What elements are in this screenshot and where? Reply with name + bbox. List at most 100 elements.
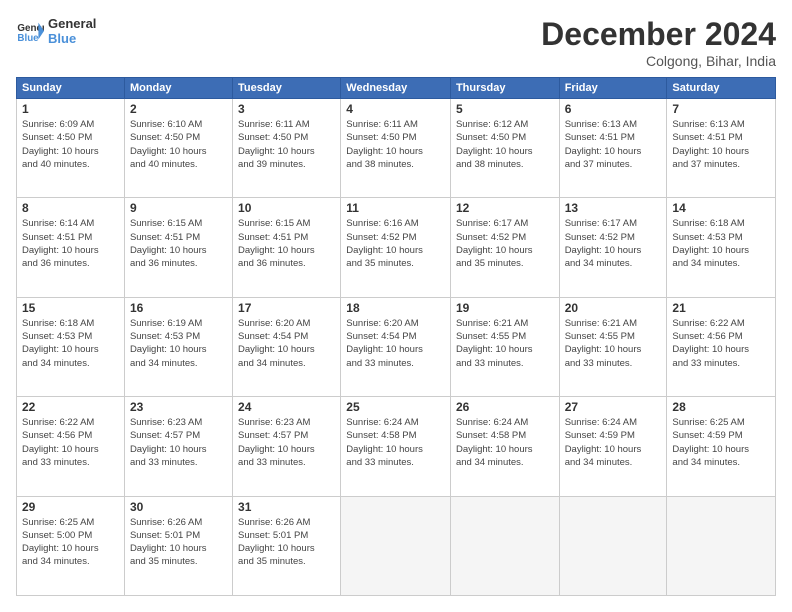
day-info: Sunrise: 6:12 AM Sunset: 4:50 PM Dayligh… — [456, 118, 554, 171]
day-number: 7 — [672, 102, 770, 116]
day-info: Sunrise: 6:13 AM Sunset: 4:51 PM Dayligh… — [565, 118, 662, 171]
header: General Blue General Blue December 2024 … — [16, 16, 776, 69]
day-number: 6 — [565, 102, 662, 116]
day-info: Sunrise: 6:13 AM Sunset: 4:51 PM Dayligh… — [672, 118, 770, 171]
day-number: 21 — [672, 301, 770, 315]
calendar-cell: 30 Sunrise: 6:26 AM Sunset: 5:01 PM Dayli… — [124, 496, 232, 595]
calendar-cell — [341, 496, 451, 595]
calendar-cell: 7 Sunrise: 6:13 AM Sunset: 4:51 PM Daylig… — [667, 99, 776, 198]
day-number: 19 — [456, 301, 554, 315]
day-number: 3 — [238, 102, 335, 116]
calendar-cell: 1 Sunrise: 6:09 AM Sunset: 4:50 PM Daylig… — [17, 99, 125, 198]
day-header-saturday: Saturday — [667, 78, 776, 99]
calendar-cell: 20 Sunrise: 6:21 AM Sunset: 4:55 PM Dayli… — [559, 297, 667, 396]
calendar-cell: 31 Sunrise: 6:26 AM Sunset: 5:01 PM Dayli… — [233, 496, 341, 595]
day-number: 16 — [130, 301, 227, 315]
title-block: December 2024 Colgong, Bihar, India — [541, 16, 776, 69]
day-number: 28 — [672, 400, 770, 414]
week-row-1: 1 Sunrise: 6:09 AM Sunset: 4:50 PM Daylig… — [17, 99, 776, 198]
logo-blue: Blue — [48, 31, 96, 46]
day-number: 2 — [130, 102, 227, 116]
location: Colgong, Bihar, India — [541, 53, 776, 69]
calendar-cell: 8 Sunrise: 6:14 AM Sunset: 4:51 PM Daylig… — [17, 198, 125, 297]
day-info: Sunrise: 6:21 AM Sunset: 4:55 PM Dayligh… — [456, 317, 554, 370]
day-number: 1 — [22, 102, 119, 116]
calendar-cell: 5 Sunrise: 6:12 AM Sunset: 4:50 PM Daylig… — [450, 99, 559, 198]
calendar-cell: 10 Sunrise: 6:15 AM Sunset: 4:51 PM Dayli… — [233, 198, 341, 297]
calendar-cell: 25 Sunrise: 6:24 AM Sunset: 4:58 PM Dayli… — [341, 397, 451, 496]
day-number: 13 — [565, 201, 662, 215]
calendar-cell: 6 Sunrise: 6:13 AM Sunset: 4:51 PM Daylig… — [559, 99, 667, 198]
day-number: 10 — [238, 201, 335, 215]
day-info: Sunrise: 6:24 AM Sunset: 4:58 PM Dayligh… — [346, 416, 445, 469]
day-number: 11 — [346, 201, 445, 215]
day-info: Sunrise: 6:25 AM Sunset: 5:00 PM Dayligh… — [22, 516, 119, 569]
day-info: Sunrise: 6:10 AM Sunset: 4:50 PM Dayligh… — [130, 118, 227, 171]
day-info: Sunrise: 6:09 AM Sunset: 4:50 PM Dayligh… — [22, 118, 119, 171]
week-row-5: 29Sunrise: 6:25 AM Sunset: 5:00 PM Dayli… — [17, 496, 776, 595]
day-info: Sunrise: 6:16 AM Sunset: 4:52 PM Dayligh… — [346, 217, 445, 270]
day-header-tuesday: Tuesday — [233, 78, 341, 99]
calendar-cell: 14 Sunrise: 6:18 AM Sunset: 4:53 PM Dayli… — [667, 198, 776, 297]
calendar-cell: 13 Sunrise: 6:17 AM Sunset: 4:52 PM Dayli… — [559, 198, 667, 297]
calendar-cell: 29Sunrise: 6:25 AM Sunset: 5:00 PM Dayli… — [17, 496, 125, 595]
day-info: Sunrise: 6:26 AM Sunset: 5:01 PM Dayligh… — [238, 516, 335, 569]
day-info: Sunrise: 6:22 AM Sunset: 4:56 PM Dayligh… — [672, 317, 770, 370]
day-number: 31 — [238, 500, 335, 514]
day-header-friday: Friday — [559, 78, 667, 99]
logo: General Blue General Blue — [16, 16, 96, 46]
day-number: 24 — [238, 400, 335, 414]
day-number: 8 — [22, 201, 119, 215]
day-header-sunday: Sunday — [17, 78, 125, 99]
calendar-cell: 21 Sunrise: 6:22 AM Sunset: 4:56 PM Dayli… — [667, 297, 776, 396]
day-info: Sunrise: 6:14 AM Sunset: 4:51 PM Dayligh… — [22, 217, 119, 270]
day-number: 22 — [22, 400, 119, 414]
day-info: Sunrise: 6:24 AM Sunset: 4:58 PM Dayligh… — [456, 416, 554, 469]
day-info: Sunrise: 6:23 AM Sunset: 4:57 PM Dayligh… — [238, 416, 335, 469]
day-header-monday: Monday — [124, 78, 232, 99]
day-info: Sunrise: 6:23 AM Sunset: 4:57 PM Dayligh… — [130, 416, 227, 469]
calendar-cell: 2 Sunrise: 6:10 AM Sunset: 4:50 PM Daylig… — [124, 99, 232, 198]
day-info: Sunrise: 6:18 AM Sunset: 4:53 PM Dayligh… — [672, 217, 770, 270]
day-info: Sunrise: 6:21 AM Sunset: 4:55 PM Dayligh… — [565, 317, 662, 370]
day-number: 20 — [565, 301, 662, 315]
day-info: Sunrise: 6:17 AM Sunset: 4:52 PM Dayligh… — [565, 217, 662, 270]
day-info: Sunrise: 6:15 AM Sunset: 4:51 PM Dayligh… — [238, 217, 335, 270]
day-info: Sunrise: 6:24 AM Sunset: 4:59 PM Dayligh… — [565, 416, 662, 469]
day-header-wednesday: Wednesday — [341, 78, 451, 99]
month-title: December 2024 — [541, 16, 776, 53]
day-number: 4 — [346, 102, 445, 116]
day-info: Sunrise: 6:20 AM Sunset: 4:54 PM Dayligh… — [346, 317, 445, 370]
day-number: 25 — [346, 400, 445, 414]
calendar-cell — [559, 496, 667, 595]
day-number: 23 — [130, 400, 227, 414]
calendar-cell: 12Sunrise: 6:17 AM Sunset: 4:52 PM Dayli… — [450, 198, 559, 297]
calendar-cell: 26Sunrise: 6:24 AM Sunset: 4:58 PM Dayli… — [450, 397, 559, 496]
week-row-4: 22Sunrise: 6:22 AM Sunset: 4:56 PM Dayli… — [17, 397, 776, 496]
calendar-cell: 19 Sunrise: 6:21 AM Sunset: 4:55 PM Dayli… — [450, 297, 559, 396]
svg-text:Blue: Blue — [17, 33, 39, 44]
day-info: Sunrise: 6:20 AM Sunset: 4:54 PM Dayligh… — [238, 317, 335, 370]
day-number: 5 — [456, 102, 554, 116]
logo-icon: General Blue — [16, 17, 44, 45]
day-info: Sunrise: 6:26 AM Sunset: 5:01 PM Dayligh… — [130, 516, 227, 569]
day-number: 15 — [22, 301, 119, 315]
day-number: 18 — [346, 301, 445, 315]
day-number: 27 — [565, 400, 662, 414]
calendar-cell: 3Sunrise: 6:11 AM Sunset: 4:50 PM Daylig… — [233, 99, 341, 198]
day-info: Sunrise: 6:25 AM Sunset: 4:59 PM Dayligh… — [672, 416, 770, 469]
day-number: 17 — [238, 301, 335, 315]
day-number: 14 — [672, 201, 770, 215]
calendar-cell — [667, 496, 776, 595]
calendar-cell: 22Sunrise: 6:22 AM Sunset: 4:56 PM Dayli… — [17, 397, 125, 496]
day-number: 9 — [130, 201, 227, 215]
week-row-2: 8 Sunrise: 6:14 AM Sunset: 4:51 PM Daylig… — [17, 198, 776, 297]
calendar-cell: 4Sunrise: 6:11 AM Sunset: 4:50 PM Daylig… — [341, 99, 451, 198]
day-info: Sunrise: 6:19 AM Sunset: 4:53 PM Dayligh… — [130, 317, 227, 370]
day-number: 30 — [130, 500, 227, 514]
calendar-cell: 18 Sunrise: 6:20 AM Sunset: 4:54 PM Dayli… — [341, 297, 451, 396]
calendar-table: SundayMondayTuesdayWednesdayThursdayFrid… — [16, 77, 776, 596]
logo-general: General — [48, 16, 96, 31]
calendar-cell: 24 Sunrise: 6:23 AM Sunset: 4:57 PM Dayli… — [233, 397, 341, 496]
page: General Blue General Blue December 2024 … — [0, 0, 792, 612]
